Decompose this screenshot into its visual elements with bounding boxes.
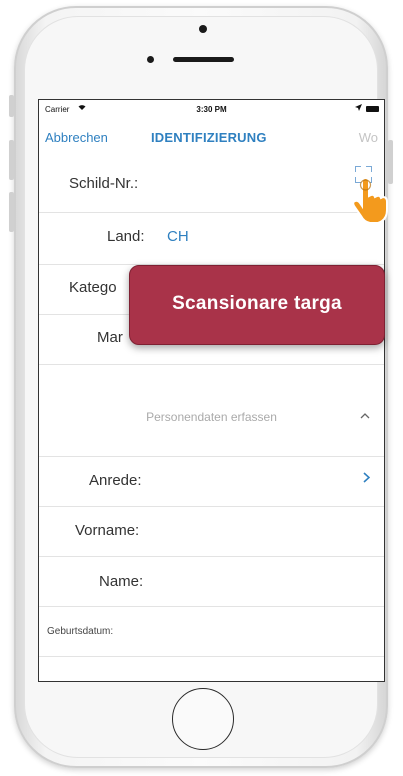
vorname-label: Vorname: [75, 522, 140, 539]
proximity-sensor [147, 56, 154, 63]
battery-icon [366, 106, 379, 112]
tooltip-text: Scansionare targa [172, 293, 342, 314]
name-label: Name: [99, 573, 144, 590]
status-time: 3:30 PM [196, 105, 227, 114]
earpiece-speaker [173, 57, 234, 62]
cancel-button[interactable]: Abbrechen [45, 130, 108, 145]
scan-plate-tooltip: Scansionare targa [129, 265, 385, 345]
personendaten-section-title[interactable]: Personendaten erfassen [39, 410, 384, 424]
geburtsdatum-row[interactable]: Geburtsdatum: [39, 606, 384, 657]
name-row[interactable]: Name: [39, 556, 384, 607]
pointing-hand-icon [352, 176, 388, 224]
home-button[interactable] [172, 688, 234, 750]
kategorie-label: Katego [69, 279, 117, 296]
page-title: IDENTIFIZIERUNG [151, 130, 267, 145]
silent-switch [9, 95, 14, 117]
marke-label: Mar [97, 329, 123, 346]
chevron-up-icon[interactable] [360, 408, 370, 422]
schild-nr-label: Schild-Nr.: [69, 175, 139, 192]
volume-down-button [9, 192, 14, 232]
location-arrow-icon [355, 104, 362, 113]
phone-screen: Carrier 3:30 PM Abbrechen IDENTIFIZIERUN… [38, 99, 385, 682]
geburtsdatum-label: Geburtsdatum: [47, 626, 114, 637]
vorname-row[interactable]: Vorname: [39, 506, 384, 557]
land-value[interactable]: CH [167, 228, 189, 245]
schild-nr-row[interactable]: Schild-Nr.: [39, 156, 384, 213]
land-label: Land: [107, 228, 145, 245]
next-button[interactable]: Wo [359, 130, 378, 145]
front-camera [199, 25, 207, 33]
volume-up-button [9, 140, 14, 180]
anrede-label: Anrede: [89, 472, 142, 489]
anrede-row[interactable]: Anrede: [39, 456, 384, 507]
chevron-right-icon[interactable] [363, 470, 371, 488]
section-divider [39, 430, 384, 457]
status-bar: Carrier 3:30 PM [39, 100, 384, 120]
navigation-bar: Abbrechen IDENTIFIZIERUNG Wo [39, 122, 384, 152]
